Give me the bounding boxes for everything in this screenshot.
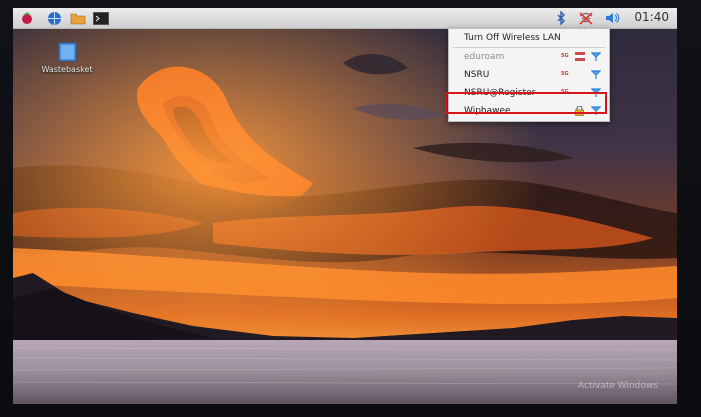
screen: 01:40 Wastebasket Turn Off Wireless LAN …: [13, 8, 677, 404]
highlight-box-wiphawee: [445, 92, 607, 114]
trash-icon: [58, 42, 77, 66]
raspberry-menu-icon[interactable]: [19, 10, 35, 26]
turn-off-wireless-lan-label: Turn Off Wireless LAN: [464, 33, 561, 43]
web-browser-icon[interactable]: [46, 10, 62, 26]
5g-badge: 5G: [561, 53, 569, 59]
flag-icon: [575, 52, 585, 64]
menu-divider: [453, 47, 605, 48]
turn-off-wireless-lan-item[interactable]: Turn Off Wireless LAN: [449, 30, 609, 47]
volume-icon[interactable]: [605, 10, 621, 26]
network-name: NSRU: [464, 70, 490, 80]
5g-badge: 5G: [561, 71, 569, 77]
network-item-nsru[interactable]: NSRU 5G: [449, 67, 609, 84]
network-item-eduroam[interactable]: eduroam 5G: [449, 49, 609, 66]
bluetooth-icon[interactable]: [553, 10, 569, 26]
file-manager-icon[interactable]: [70, 10, 86, 26]
wastebasket-label: Wastebasket: [41, 65, 93, 74]
clock[interactable]: 01:40: [634, 10, 669, 24]
wifi-signal-icon: [590, 52, 602, 65]
activate-windows-watermark: Activate Windows: [578, 381, 658, 391]
wastebasket-desktop-icon[interactable]: Wastebasket: [35, 40, 99, 90]
wifi-signal-icon: [590, 70, 602, 83]
wifi-disabled-icon[interactable]: [578, 10, 594, 26]
network-name: eduroam: [464, 52, 505, 62]
terminal-icon[interactable]: [93, 10, 109, 26]
taskbar: 01:40: [13, 8, 677, 29]
